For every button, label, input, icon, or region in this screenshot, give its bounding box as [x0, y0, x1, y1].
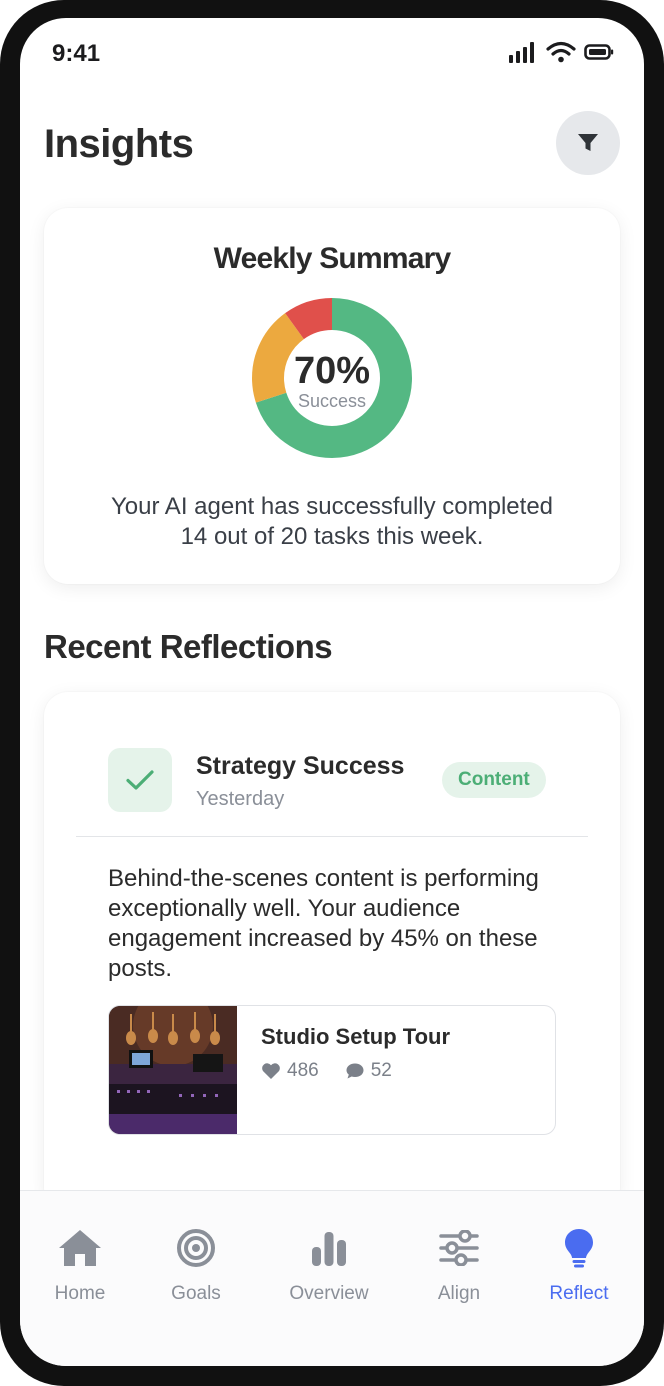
success-percent: 70% [293, 350, 371, 392]
section-title-recent-reflections: Recent Reflections [44, 628, 333, 665]
post-thumbnail-image [109, 1006, 237, 1134]
comment-icon [346, 1063, 364, 1079]
bar-chart-icon [312, 1232, 346, 1266]
tab-label: Reflect [549, 1283, 609, 1304]
status-icons [508, 40, 614, 64]
wifi-icon [546, 41, 576, 63]
tab-align[interactable]: Align [399, 1191, 519, 1311]
tab-goals[interactable]: Goals [136, 1191, 256, 1311]
page-title: Insights [44, 122, 194, 166]
signal-icon [509, 42, 534, 63]
reflection-card[interactable]: Strategy Success Yesterday Content Behin… [44, 692, 620, 1212]
tab-label: Align [437, 1283, 481, 1304]
screen: 9:41 Insights Weekly Summary 70% Success… [20, 18, 644, 1366]
tab-home[interactable]: Home [20, 1191, 140, 1311]
summary-message-line-1: Your AI agent has successfully completed [110, 493, 554, 520]
bottom-tab-bar: Home Goals Overview Align Reflect [20, 1190, 644, 1366]
tab-reflect[interactable]: Reflect [519, 1191, 639, 1311]
post-stats: 486 52 [261, 1060, 392, 1082]
tab-label: Goals [171, 1283, 221, 1304]
summary-title: Weekly Summary [213, 242, 452, 275]
heart-icon [262, 1063, 280, 1079]
tab-label: Overview [289, 1283, 369, 1304]
category-badge: Content [442, 762, 546, 798]
reflection-body: Behind-the-scenes content is performing … [108, 865, 539, 982]
device-frame: 9:41 Insights Weekly Summary 70% Success… [0, 0, 664, 1386]
reflection-time: Yesterday [196, 788, 285, 810]
likes-count: 486 [287, 1060, 319, 1081]
divider [76, 836, 588, 837]
check-icon [126, 770, 154, 790]
filter-icon [578, 134, 598, 151]
lightbulb-icon [565, 1229, 593, 1268]
comments-count: 52 [370, 1060, 392, 1081]
success-label: Success [297, 391, 367, 411]
post-title: Studio Setup Tour [261, 1024, 451, 1049]
summary-message: Your AI agent has successfully completed… [84, 492, 580, 552]
summary-message-line-2: 14 out of 20 tasks this week. [180, 523, 484, 550]
target-icon [177, 1229, 215, 1267]
success-status-icon-box [108, 748, 172, 812]
reflection-title: Strategy Success [196, 752, 405, 780]
battery-icon [584, 44, 614, 60]
status-time: 9:41 [52, 40, 101, 67]
tab-overview[interactable]: Overview [269, 1191, 389, 1311]
tab-label: Home [54, 1283, 106, 1304]
sliders-icon [439, 1230, 479, 1266]
filter-button[interactable] [556, 111, 620, 175]
linked-post[interactable]: Studio Setup Tour 486 52 [108, 1005, 556, 1135]
weekly-summary-card: Weekly Summary 70% Success Your AI agent… [44, 208, 620, 584]
home-icon [59, 1230, 101, 1266]
